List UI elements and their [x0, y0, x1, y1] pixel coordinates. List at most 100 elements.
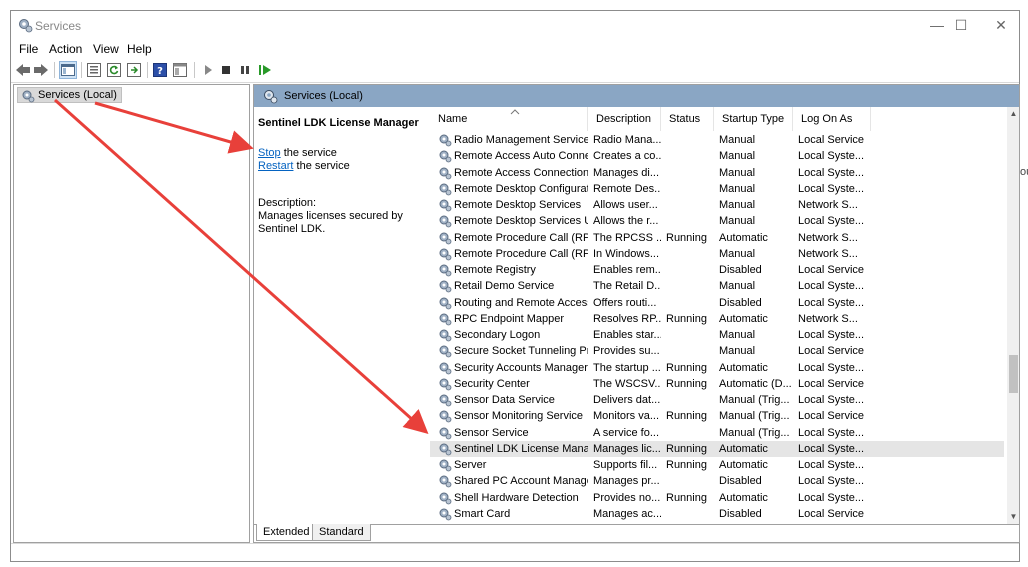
- restart-service-icon[interactable]: [256, 61, 274, 79]
- scroll-up-icon[interactable]: ▲: [1007, 107, 1019, 121]
- start-service-icon[interactable]: [199, 61, 217, 79]
- properties-icon[interactable]: [85, 61, 103, 79]
- menu-help[interactable]: Help: [127, 42, 152, 56]
- pane-header: Services (Local): [254, 85, 1019, 107]
- service-row[interactable]: Remote Desktop Services Allows user... Man…: [430, 197, 1004, 213]
- service-row[interactable]: Server Supports fil... Running Automatic Loc…: [430, 457, 1004, 473]
- service-name: Sensor Data Service: [438, 392, 588, 408]
- service-name: RPC Endpoint Mapper: [438, 311, 588, 327]
- service-logon-cell: Local Syste...: [798, 150, 865, 163]
- export-list-icon[interactable]: [125, 61, 143, 79]
- pause-service-icon[interactable]: [236, 61, 254, 79]
- service-row[interactable]: Remote Desktop Configurat... Remote Des..…: [430, 181, 1004, 197]
- service-name: Security Center: [438, 376, 588, 392]
- service-name: Sensor Monitoring Service: [438, 408, 588, 424]
- scroll-down-icon[interactable]: ▼: [1007, 510, 1019, 524]
- service-row[interactable]: Secure Socket Tunneling Pr... Provides su…: [430, 343, 1004, 359]
- restart-service-link[interactable]: Restart: [258, 160, 293, 172]
- show-console-tree-icon[interactable]: [59, 61, 77, 79]
- service-row[interactable]: Remote Registry Enables rem... Disabled Loc…: [430, 262, 1004, 278]
- service-startup-cell: Manual: [719, 199, 756, 211]
- service-row[interactable]: Retail Demo Service The Retail D... Manual…: [430, 278, 1004, 294]
- service-gear-icon: [438, 133, 452, 148]
- service-row[interactable]: RPC Endpoint Mapper Resolves RP... Running…: [430, 311, 1004, 327]
- service-description-cell: Enables star...: [593, 329, 661, 341]
- service-gear-icon: [438, 231, 452, 246]
- service-row[interactable]: Radio Management Service Radio Mana... Man…: [430, 132, 1004, 148]
- menu-file[interactable]: File: [19, 42, 38, 56]
- maximize-button[interactable]: ☐: [941, 13, 981, 37]
- column-log-on-as[interactable]: Log On As: [793, 107, 871, 131]
- services-detail-pane: Services (Local) Sentinel LDK License Ma…: [253, 84, 1020, 543]
- tree-item-services-local[interactable]: Services (Local): [17, 87, 122, 103]
- column-startup-type[interactable]: Startup Type: [714, 107, 793, 131]
- service-startup-cell: Manual (Trig...: [719, 394, 790, 406]
- toolbar-separator: [54, 62, 55, 78]
- service-description-cell: Manages di...: [593, 166, 660, 179]
- service-startup-cell: Automatic (D...: [719, 377, 792, 390]
- close-button[interactable]: ✕: [981, 13, 1021, 37]
- stop-service-icon[interactable]: [217, 61, 235, 79]
- column-name[interactable]: Name: [430, 107, 588, 131]
- service-row[interactable]: Smart Card Manages ac... Disabled Local Ser…: [430, 506, 1004, 522]
- service-row[interactable]: Sensor Service A service fo... Manual (Tri…: [430, 425, 1004, 441]
- column-description[interactable]: Description: [588, 107, 661, 131]
- service-startup-cell: Manual: [719, 329, 756, 341]
- service-name: Shell Hardware Detection: [438, 490, 588, 506]
- service-status-cell: Running: [666, 231, 707, 244]
- service-row[interactable]: Remote Procedure Call (RP... In Windows..…: [430, 246, 1004, 262]
- service-logon-cell: Local Service: [798, 377, 865, 390]
- service-name: Retail Demo Service: [438, 278, 588, 294]
- service-row[interactable]: Sensor Data Service Delivers dat... Manual…: [430, 392, 1004, 408]
- service-row-selected[interactable]: Sentinel LDK License Mana... Manages lic.…: [430, 440, 1004, 457]
- service-logon-cell: Local Service: [798, 345, 865, 358]
- tab-standard[interactable]: Standard: [312, 524, 371, 541]
- service-name: Shared PC Account Manager: [438, 473, 588, 489]
- services-gear-icon: [17, 17, 33, 33]
- refresh-icon[interactable]: [105, 61, 123, 79]
- column-status[interactable]: Status: [661, 107, 714, 131]
- service-startup-cell: Automatic: [719, 442, 768, 455]
- service-logon-cell: Local Service: [798, 134, 865, 146]
- service-row[interactable]: Remote Procedure Call (RPC) The RPCSS ...…: [430, 230, 1004, 246]
- service-logon-cell: Local Syste...: [798, 166, 865, 179]
- service-startup-cell: Manual: [719, 182, 756, 195]
- service-gear-icon: [438, 344, 452, 359]
- service-description-cell: Creates a co...: [593, 150, 661, 163]
- service-row[interactable]: Remote Desktop Services U... Allows the r…: [430, 213, 1004, 229]
- service-name: Sentinel LDK License Mana...: [438, 441, 588, 457]
- service-row[interactable]: Secondary Logon Enables star... Manual Loca…: [430, 327, 1004, 343]
- service-description-cell: Provides su...: [593, 345, 660, 358]
- service-logon-cell: Network S...: [798, 312, 858, 325]
- service-gear-icon: [438, 426, 452, 441]
- help-icon[interactable]: ?: [151, 61, 169, 79]
- service-row[interactable]: Remote Access Connection... Manages di...…: [430, 165, 1004, 181]
- service-description-cell: Offers routi...: [593, 296, 657, 309]
- back-arrow-icon[interactable]: [14, 61, 32, 79]
- service-gear-icon: [438, 474, 452, 489]
- service-row[interactable]: Shared PC Account Manager Manages pr... Di…: [430, 473, 1004, 489]
- toolbar-separator: [147, 62, 148, 78]
- service-row[interactable]: Shell Hardware Detection Provides no... Ru…: [430, 490, 1004, 506]
- scrollbar-thumb[interactable]: [1009, 355, 1018, 393]
- service-row[interactable]: Routing and Remote Access Offers routi...…: [430, 295, 1004, 311]
- service-startup-cell: Disabled: [719, 264, 762, 276]
- forward-arrow-icon[interactable]: [32, 61, 50, 79]
- vertical-scrollbar[interactable]: ▲ ▼: [1007, 107, 1019, 524]
- service-logon-cell: Network S...: [798, 231, 858, 244]
- service-row[interactable]: Security Accounts Manager The startup ...…: [430, 360, 1004, 376]
- menu-action[interactable]: Action: [49, 42, 82, 56]
- service-logon-cell: Local Syste...: [798, 182, 865, 195]
- console-view-icon[interactable]: [171, 61, 189, 79]
- tab-extended[interactable]: Extended: [256, 524, 317, 541]
- service-row[interactable]: Sensor Monitoring Service Monitors va... R…: [430, 408, 1004, 424]
- service-gear-icon: [438, 393, 452, 408]
- service-row[interactable]: Security Center The WSCSV... Running Automa…: [430, 376, 1004, 392]
- service-row[interactable]: Remote Access Auto Conne... Creates a co.…: [430, 148, 1004, 164]
- service-logon-cell: Local Syste...: [798, 329, 865, 341]
- menu-view[interactable]: View: [93, 42, 119, 56]
- service-startup-cell: Manual: [719, 345, 756, 358]
- toolbar-separator: [194, 62, 195, 78]
- stop-service-link[interactable]: Stop: [258, 147, 281, 159]
- background-window-text: ou: [1020, 166, 1028, 178]
